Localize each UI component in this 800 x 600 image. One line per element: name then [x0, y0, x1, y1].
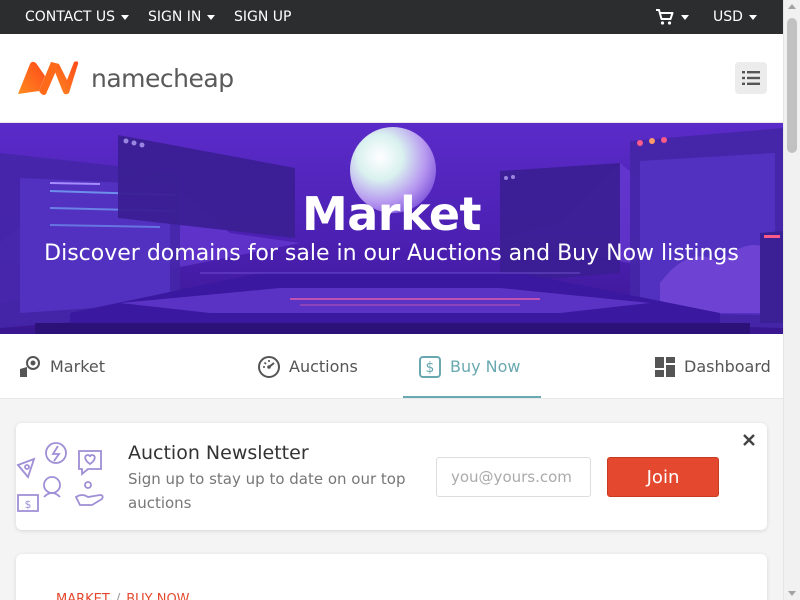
namecheap-logo[interactable]: namecheap — [15, 58, 234, 98]
active-tab-indicator — [403, 396, 541, 398]
chevron-down-icon — [681, 14, 689, 20]
email-field[interactable] — [436, 457, 591, 497]
breadcrumb-buy-now[interactable]: BUY NOW — [126, 592, 189, 600]
market-tabs: Market Auctions $ Buy Now Dashboard — [0, 334, 783, 399]
chevron-down-icon — [120, 14, 129, 20]
sign-up-link[interactable]: SIGN UP — [234, 0, 291, 34]
gauge-icon — [258, 355, 280, 378]
contact-us-menu[interactable]: CONTACT US — [25, 0, 129, 34]
scroll-down-arrow-icon[interactable] — [788, 591, 796, 596]
close-icon[interactable] — [741, 432, 757, 448]
currency-label: USD — [713, 9, 743, 25]
tab-buy-now[interactable]: $ Buy Now — [418, 334, 521, 399]
sign-up-label: SIGN UP — [234, 9, 292, 25]
svg-text:$: $ — [25, 498, 32, 511]
hero-subtitle: Discover domains for sale in our Auction… — [44, 241, 739, 266]
breadcrumb: MARKET / BUY NOW — [56, 592, 190, 600]
newsletter-card: $ Auction Newsletter Sign up to stay up … — [16, 423, 767, 530]
chevron-down-icon — [207, 14, 216, 20]
tab-market[interactable]: Market — [18, 334, 105, 399]
join-button[interactable]: Join — [607, 457, 719, 497]
cart-menu[interactable] — [655, 0, 689, 34]
newsletter-illustration-icon: $ — [16, 442, 104, 512]
logo-wordmark: namecheap — [91, 63, 234, 93]
scrollbar-thumb[interactable] — [787, 18, 797, 153]
tab-buy-now-label: Buy Now — [450, 357, 521, 376]
tab-auctions[interactable]: Auctions — [257, 334, 358, 399]
site-header: namecheap — [0, 34, 783, 123]
hero-title: Market — [301, 187, 482, 241]
namecheap-logo-icon — [18, 61, 79, 95]
tab-market-label: Market — [50, 357, 105, 376]
cart-icon — [656, 9, 674, 25]
currency-menu[interactable]: USD — [713, 0, 757, 34]
scroll-up-arrow-icon[interactable] — [788, 4, 796, 9]
dollar-icon: $ — [419, 355, 441, 378]
breadcrumb-market[interactable]: MARKET — [56, 592, 110, 600]
menu-list-icon — [742, 71, 760, 85]
newsletter-description: Sign up to stay up to date on our top au… — [128, 470, 406, 512]
market-icon — [20, 355, 40, 377]
sign-in-menu[interactable]: SIGN IN — [148, 0, 216, 34]
listings-card: MARKET / BUY NOW — [16, 554, 767, 600]
contact-us-label: CONTACT US — [25, 9, 115, 25]
newsletter-title: Auction Newsletter — [128, 442, 309, 464]
svg-text:$: $ — [426, 360, 435, 376]
hero-banner: Market Discover domains for sale in our … — [0, 123, 783, 334]
menu-button[interactable] — [735, 62, 767, 94]
top-utility-bar: CONTACT US SIGN IN SIGN UP USD — [0, 0, 783, 34]
tab-auctions-label: Auctions — [289, 357, 358, 376]
sign-in-label: SIGN IN — [148, 9, 202, 25]
tab-dashboard-label: Dashboard — [684, 357, 771, 376]
chevron-down-icon — [748, 14, 757, 20]
page-scrollbar[interactable] — [783, 0, 800, 600]
dashboard-icon — [655, 356, 675, 377]
tab-dashboard[interactable]: Dashboard — [654, 334, 771, 399]
breadcrumb-separator: / — [115, 592, 121, 600]
